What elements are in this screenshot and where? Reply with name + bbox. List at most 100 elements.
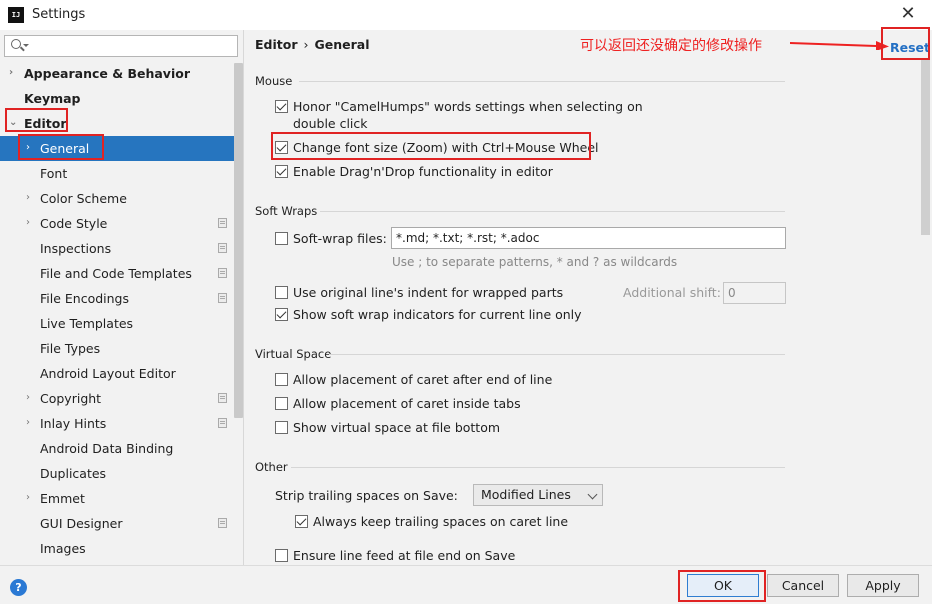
project-scope-icon <box>218 218 227 228</box>
original-indent-option[interactable]: Use original line's indent for wrapped p… <box>275 284 563 301</box>
caret-inside-tabs-label: Allow placement of caret inside tabs <box>293 396 521 411</box>
strip-trailing-label: Strip trailing spaces on Save: <box>275 488 458 503</box>
virtual-space-bottom-checkbox[interactable] <box>275 421 288 434</box>
dragdrop-checkbox[interactable] <box>275 165 288 178</box>
sidebar-item-font[interactable]: Font <box>0 161 234 186</box>
dragdrop-option[interactable]: Enable Drag'n'Drop functionality in edit… <box>275 163 595 180</box>
chevron-right-icon: › <box>26 492 30 503</box>
section-virtual-space-heading: Virtual Space <box>255 347 332 361</box>
show-indicators-label: Show soft wrap indicators for current li… <box>293 307 582 322</box>
sidebar-item-label: Appearance & Behavior <box>24 66 190 81</box>
section-divider <box>320 211 785 212</box>
caret-inside-tabs-option[interactable]: Allow placement of caret inside tabs <box>275 395 535 412</box>
caret-after-end-option[interactable]: Allow placement of caret after end of li… <box>275 371 555 388</box>
sidebar-item-file-code-templates[interactable]: File and Code Templates <box>0 261 234 286</box>
keep-trailing-option[interactable]: Always keep trailing spaces on caret lin… <box>295 513 569 530</box>
sidebar-item-gui-designer[interactable]: GUI Designer <box>0 511 234 536</box>
dialog-footer: ? OK Cancel Apply <box>0 565 932 604</box>
camelhumps-option[interactable]: Honor "CamelHumps" words settings when s… <box>275 98 655 132</box>
caret-inside-tabs-checkbox[interactable] <box>275 397 288 410</box>
virtual-space-bottom-option[interactable]: Show virtual space at file bottom <box>275 419 515 436</box>
strip-trailing-dropdown[interactable]: Modified Lines <box>473 484 603 506</box>
project-scope-icon <box>218 518 227 528</box>
sidebar-item-label: Duplicates <box>40 466 107 481</box>
sidebar-item-label: File Encodings <box>40 291 130 306</box>
settings-content: Editor › General 可以返回还没确定的修改操作 Reset Mouse… <box>245 27 932 565</box>
sidebar-item-label: Color Scheme <box>40 191 127 206</box>
breadcrumb-parent[interactable]: Editor <box>255 37 298 52</box>
annotation-text: 可以返回还没确定的修改操作 <box>580 38 762 54</box>
intellij-app-icon: IJ <box>8 7 24 23</box>
caret-after-end-checkbox[interactable] <box>275 373 288 386</box>
original-indent-checkbox[interactable] <box>275 286 288 299</box>
sidebar-item-android-data-binding[interactable]: Android Data Binding <box>0 436 234 461</box>
chevron-right-icon: › <box>26 192 30 203</box>
sidebar-item-inlay-hints[interactable]: › Inlay Hints <box>0 411 234 436</box>
keep-trailing-label: Always keep trailing spaces on caret lin… <box>313 514 569 529</box>
annotation-box-ok <box>678 570 766 602</box>
sidebar-item-android-layout-editor[interactable]: Android Layout Editor <box>0 361 234 386</box>
line-feed-option[interactable]: Ensure line feed at file end on Save <box>275 547 515 564</box>
chevron-down-icon <box>587 489 598 500</box>
caret-after-end-label: Allow placement of caret after end of li… <box>293 372 553 387</box>
section-divider <box>299 81 785 82</box>
section-divider <box>329 354 785 355</box>
chevron-down-icon <box>23 44 29 47</box>
chevron-right-icon: › <box>26 417 30 428</box>
project-scope-icon <box>218 418 227 428</box>
sidebar-item-live-templates[interactable]: Live Templates <box>0 311 234 336</box>
breadcrumb: Editor › General <box>255 37 370 52</box>
project-scope-icon <box>218 293 227 303</box>
show-indicators-checkbox[interactable] <box>275 308 288 321</box>
sidebar-scrollbar[interactable] <box>234 63 243 418</box>
sidebar-item-emmet[interactable]: › Emmet <box>0 486 234 511</box>
camelhumps-label-line2: double click <box>293 116 368 131</box>
additional-shift-input: 0 <box>723 282 786 304</box>
annotation-box-editor <box>5 108 68 132</box>
annotation-box-reset <box>881 27 930 60</box>
annotation-box-zoom <box>271 132 591 160</box>
sidebar-item-file-types[interactable]: File Types <box>0 336 234 361</box>
sidebar-item-appearance-behavior[interactable]: › Appearance & Behavior <box>0 61 234 86</box>
camelhumps-label: Honor "CamelHumps" words settings when s… <box>293 99 643 114</box>
search-input[interactable] <box>4 35 238 57</box>
sidebar-item-file-encodings[interactable]: File Encodings <box>0 286 234 311</box>
sidebar-item-inspections[interactable]: Inspections <box>0 236 234 261</box>
title-bar: IJ Settings ✕ <box>0 0 932 30</box>
search-icon <box>11 39 21 49</box>
help-icon[interactable]: ? <box>10 579 27 596</box>
soft-wrap-files-label: Soft-wrap files: <box>293 231 387 246</box>
sidebar-item-label: Font <box>40 166 68 181</box>
chevron-right-icon: › <box>26 392 30 403</box>
cancel-button[interactable]: Cancel <box>767 574 839 597</box>
content-scrollbar[interactable] <box>921 60 930 235</box>
section-mouse-heading: Mouse <box>255 74 293 88</box>
sidebar-item-label: Inlay Hints <box>40 416 107 431</box>
sidebar-item-label: File Types <box>40 341 101 356</box>
close-icon[interactable]: ✕ <box>896 2 920 26</box>
window-title: Settings <box>32 7 86 22</box>
line-feed-checkbox[interactable] <box>275 549 288 562</box>
sidebar-item-duplicates[interactable]: Duplicates <box>0 461 234 486</box>
sidebar-item-label: Emmet <box>40 491 85 506</box>
section-soft-wraps-heading: Soft Wraps <box>255 204 318 218</box>
annotation-box-general <box>18 134 104 160</box>
sidebar-item-color-scheme[interactable]: › Color Scheme <box>0 186 234 211</box>
sidebar-item-label: Images <box>40 541 86 556</box>
camelhumps-checkbox[interactable] <box>275 100 288 113</box>
sidebar-item-images[interactable]: Images <box>0 536 234 561</box>
show-indicators-option[interactable]: Show soft wrap indicators for current li… <box>275 306 582 323</box>
chevron-right-icon: › <box>9 67 14 78</box>
keep-trailing-checkbox[interactable] <box>295 515 308 528</box>
soft-wrap-files-option[interactable]: Soft-wrap files: <box>275 230 387 247</box>
soft-wrap-hint: Use ; to separate patterns, * and ? as w… <box>392 255 678 269</box>
section-other-heading: Other <box>255 460 288 474</box>
apply-button[interactable]: Apply <box>847 574 919 597</box>
sidebar-item-copyright[interactable]: › Copyright <box>0 386 234 411</box>
soft-wrap-files-checkbox[interactable] <box>275 232 288 245</box>
sidebar-item-code-style[interactable]: › Code Style <box>0 211 234 236</box>
soft-wrap-files-input[interactable]: *.md; *.txt; *.rst; *.adoc <box>391 227 786 249</box>
sidebar-item-label: Inspections <box>40 241 112 256</box>
chevron-right-icon: › <box>26 217 30 228</box>
virtual-space-bottom-label: Show virtual space at file bottom <box>293 420 501 435</box>
